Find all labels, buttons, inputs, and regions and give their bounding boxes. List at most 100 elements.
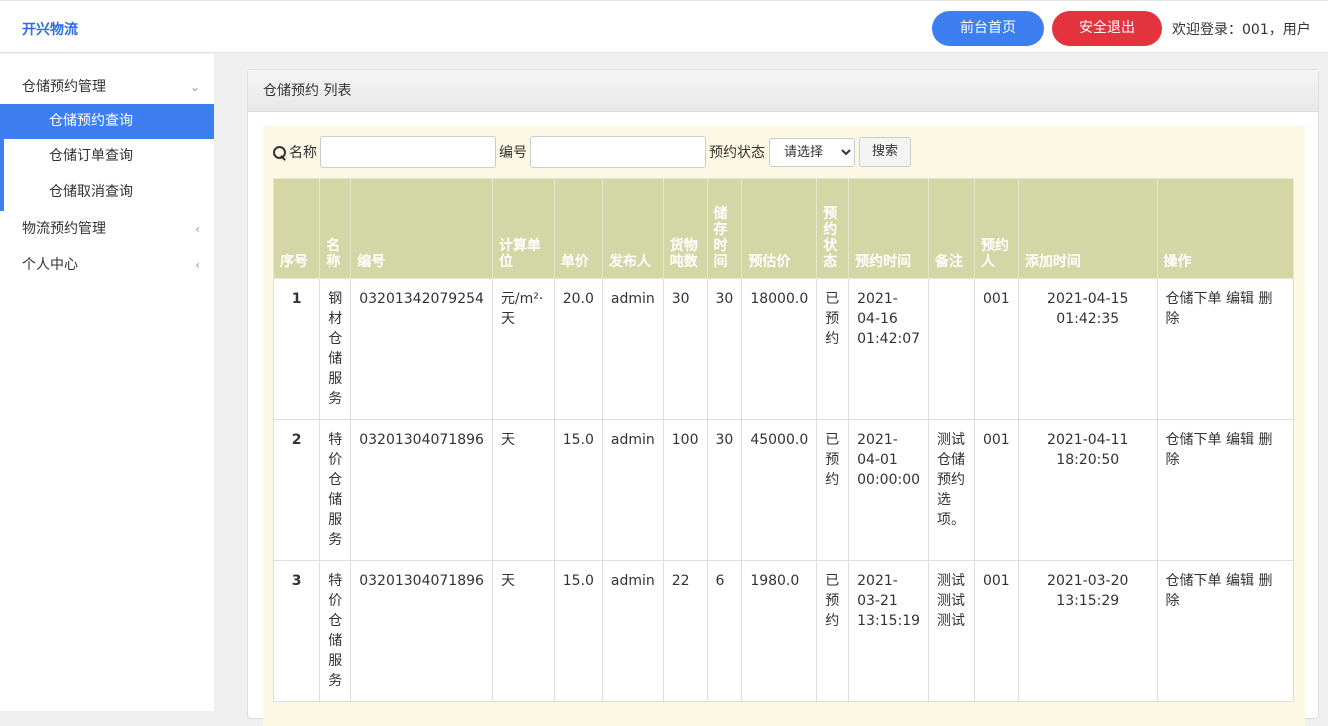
cell-actions: 仓储下单 编辑 删除 [1156, 560, 1295, 702]
col-header-book-time: 预约时间 [848, 178, 930, 279]
top-bar: 开兴物流 前台首页 安全退出 欢迎登录：001，用户 [0, 0, 1328, 53]
cell-days: 30 [706, 278, 743, 420]
col-header-booker: 预约人 [973, 178, 1019, 279]
cell-price: 15.0 [553, 419, 603, 561]
col-header-remark: 备注 [928, 178, 975, 279]
cell-index: 3 [272, 560, 321, 702]
cell-price: 15.0 [553, 560, 603, 702]
cell-index: 1 [272, 278, 321, 420]
edit-link[interactable]: 编辑 [1226, 573, 1254, 589]
cell-estimate: 1980.0 [741, 560, 818, 702]
cell-days: 6 [706, 560, 743, 702]
col-header-name: 名称 [319, 178, 352, 279]
cell-status: 已预约 [816, 278, 850, 420]
chevron-left-icon: ‹ [195, 222, 200, 236]
cell-publisher: admin [601, 419, 664, 561]
cell-add-time: 2021-04-15 01:42:35 [1017, 278, 1158, 420]
cell-booker: 001 [973, 419, 1019, 561]
list-panel: 仓储预约 列表 名称 编号 预约状态 请选择 搜索 序号 名称 编号 计算单位 … [247, 69, 1319, 726]
cell-status: 已预约 [816, 560, 850, 702]
cell-estimate: 18000.0 [741, 278, 818, 420]
order-link[interactable]: 仓储下单 [1166, 573, 1222, 589]
welcome-text: 欢迎登录：001，用户 [1172, 22, 1311, 38]
cell-unit: 天 [491, 419, 555, 561]
panel-title: 仓储预约 列表 [248, 70, 1318, 112]
status-select[interactable]: 请选择 [769, 137, 855, 167]
cell-unit: 天 [491, 560, 555, 702]
sidebar-group-storage-booking[interactable]: 仓储预约管理 ⌄ [0, 70, 214, 104]
brand-logo[interactable]: 开兴物流 [22, 19, 78, 39]
sidebar-item-storage-cancel-query[interactable]: 仓储取消查询 [4, 175, 214, 210]
table-row: 2 特价仓储服务 03201304071896 天 15.0 admin 100… [272, 419, 1295, 561]
booking-table: 序号 名称 编号 计算单位 单价 发布人 货物吨数 储存时间 预估价 预约状态 … [272, 178, 1295, 702]
cell-publisher: admin [601, 278, 664, 420]
name-label: 名称 [289, 145, 317, 161]
cell-book-time: 2021-03-21 13:15:19 [848, 560, 930, 702]
sidebar-group-label: 个人中心 [22, 257, 78, 273]
cell-booker: 001 [973, 278, 1019, 420]
cell-code: 03201304071896 [350, 560, 493, 702]
cell-add-time: 2021-04-11 18:20:50 [1017, 419, 1158, 561]
cell-name: 特价仓储服务 [319, 419, 352, 561]
cell-code: 03201304071896 [350, 419, 493, 561]
cell-remark: 测试仓储预约选项。 [928, 419, 975, 561]
cell-book-time: 2021-04-01 00:00:00 [848, 419, 930, 561]
cell-book-time: 2021-04-16 01:42:07 [848, 278, 930, 420]
order-link[interactable]: 仓储下单 [1166, 432, 1222, 448]
col-header-index: 序号 [272, 178, 321, 279]
cell-add-time: 2021-03-20 13:15:29 [1017, 560, 1158, 702]
cell-name: 特价仓储服务 [319, 560, 352, 702]
table-header-row: 序号 名称 编号 计算单位 单价 发布人 货物吨数 储存时间 预估价 预约状态 … [272, 178, 1295, 279]
cell-remark: 测试测试测试 [928, 560, 975, 702]
cell-code: 03201342079254 [350, 278, 493, 420]
home-button[interactable]: 前台首页 [932, 11, 1044, 46]
cell-estimate: 45000.0 [741, 419, 818, 561]
cell-publisher: admin [601, 560, 664, 702]
chevron-left-icon: ‹ [195, 258, 200, 272]
sidebar: 仓储预约管理 ⌄ 仓储预约查询 仓储订单查询 仓储取消查询 物流预约管理 ‹ 个… [0, 54, 214, 711]
cell-actions: 仓储下单 编辑 删除 [1156, 278, 1295, 420]
cell-index: 2 [272, 419, 321, 561]
sidebar-item-storage-booking-query[interactable]: 仓储预约查询 [4, 104, 214, 139]
table-row: 1 钢材仓储服务 03201342079254 元/m²·天 20.0 admi… [272, 278, 1295, 420]
panel-body: 名称 编号 预约状态 请选择 搜索 序号 名称 编号 计算单位 单价 发布人 货… [263, 126, 1305, 726]
cell-actions: 仓储下单 编辑 删除 [1156, 419, 1295, 561]
col-header-days: 储存时间 [706, 178, 743, 279]
search-icon [273, 146, 287, 160]
edit-link[interactable]: 编辑 [1226, 432, 1254, 448]
search-button[interactable]: 搜索 [859, 137, 912, 167]
cell-price: 20.0 [553, 278, 603, 420]
table-row: 3 特价仓储服务 03201304071896 天 15.0 admin 22 … [272, 560, 1295, 702]
cell-tons: 30 [662, 278, 708, 420]
code-label: 编号 [499, 145, 527, 161]
col-header-price: 单价 [553, 178, 603, 279]
status-label: 预约状态 [709, 145, 765, 161]
cell-name: 钢材仓储服务 [319, 278, 352, 420]
logout-button[interactable]: 安全退出 [1052, 11, 1162, 46]
name-input[interactable] [320, 136, 496, 168]
cell-unit: 元/m²·天 [491, 278, 555, 420]
code-input[interactable] [530, 136, 706, 168]
col-header-publisher: 发布人 [601, 178, 664, 279]
order-link[interactable]: 仓储下单 [1166, 291, 1222, 307]
cell-tons: 22 [662, 560, 708, 702]
sidebar-group-personal-center[interactable]: 个人中心 ‹ [0, 248, 214, 282]
search-bar: 名称 编号 预约状态 请选择 搜索 [273, 136, 912, 168]
cell-booker: 001 [973, 560, 1019, 702]
col-header-tons: 货物吨数 [662, 178, 708, 279]
cell-days: 30 [706, 419, 743, 561]
sidebar-group-label: 仓储预约管理 [22, 79, 106, 95]
chevron-down-icon: ⌄ [189, 80, 200, 94]
cell-tons: 100 [662, 419, 708, 561]
cell-remark [928, 278, 975, 420]
col-header-code: 编号 [350, 178, 493, 279]
col-header-estimate: 预估价 [741, 178, 818, 279]
sidebar-group-label: 物流预约管理 [22, 221, 106, 237]
col-header-add-time: 添加时间 [1017, 178, 1158, 279]
col-header-status: 预约状态 [816, 178, 850, 279]
edit-link[interactable]: 编辑 [1226, 291, 1254, 307]
sidebar-group-logistics-booking[interactable]: 物流预约管理 ‹ [0, 212, 214, 246]
cell-status: 已预约 [816, 419, 850, 561]
sidebar-item-storage-order-query[interactable]: 仓储订单查询 [4, 139, 214, 174]
col-header-unit: 计算单位 [491, 178, 555, 279]
